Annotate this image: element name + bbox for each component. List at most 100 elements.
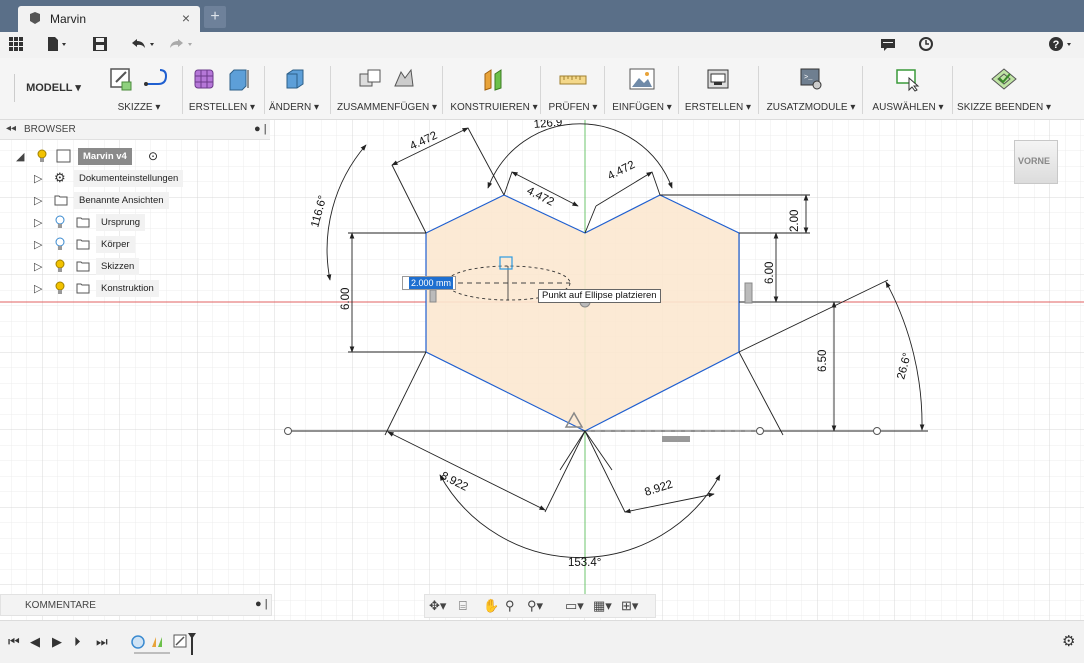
ribbon-group-erstellen[interactable]: ERSTELLEN ▾ bbox=[184, 62, 260, 118]
ribbon-label-erstellen-2: ERSTELLEN ▾ bbox=[684, 102, 752, 113]
ribbon-group-pruefen[interactable]: PRÜFEN ▾ bbox=[544, 62, 602, 118]
ribbon-label-aendern: ÄNDERN ▾ bbox=[268, 102, 320, 113]
document-tab[interactable]: Marvin × bbox=[18, 6, 200, 32]
zoom-window-icon[interactable]: ⚲▾ bbox=[527, 598, 543, 614]
ribbon-group-konstruieren[interactable]: KONSTRUIEREN ▾ bbox=[448, 62, 540, 118]
tree-item-label: Konstruktion bbox=[96, 280, 159, 297]
finish-sketch-icon bbox=[991, 68, 1017, 90]
ribbon-group-skizze[interactable]: SKIZZE ▾ bbox=[98, 62, 180, 118]
joint-icon bbox=[394, 68, 414, 87]
apps-grid-icon[interactable] bbox=[8, 36, 24, 54]
tree-item-ursprung[interactable]: ▷ Ursprung bbox=[34, 214, 164, 232]
insert-image-icon bbox=[629, 68, 655, 90]
expand-arrow-icon[interactable]: ▷ bbox=[34, 194, 42, 207]
expand-arrow-icon[interactable]: ▷ bbox=[34, 282, 42, 295]
viewcube-face-label: VORNE bbox=[1018, 156, 1051, 166]
tree-item-label: Dokumenteinstellungen bbox=[74, 170, 184, 187]
comments-panel[interactable]: KOMMENTARE ● | bbox=[0, 594, 272, 616]
ribbon-group-zusatzmodule[interactable]: >_ ZUSATZMODULE ▾ bbox=[762, 62, 860, 118]
navigation-bar: ✥▾ ⌸ ✋ ⚲ ⚲▾ ▭▾ ▦▾ ⊞▾ bbox=[424, 594, 656, 618]
line-tool-icon bbox=[144, 69, 168, 86]
tree-item-dokumenteinstellungen[interactable]: ▷ ⚙ Dokumenteinstellungen bbox=[34, 170, 194, 188]
look-at-icon[interactable]: ⌸ bbox=[459, 598, 467, 614]
dim-text: 153.4° bbox=[568, 557, 601, 569]
ribbon-group-erstellen-2[interactable]: ERSTELLEN ▾ bbox=[682, 62, 754, 118]
ribbon-group-auswaehlen[interactable]: AUSWÄHLEN ▾ bbox=[866, 62, 950, 118]
viewports-icon[interactable]: ⊞▾ bbox=[621, 598, 638, 614]
collapse-icon[interactable]: ◂◂ bbox=[6, 123, 16, 134]
ribbon-label-auswaehlen: AUSWÄHLEN ▾ bbox=[872, 102, 944, 113]
tree-root-label: Marvin v4 bbox=[78, 148, 132, 165]
lightbulb-icon[interactable] bbox=[54, 259, 66, 273]
display-settings-icon[interactable]: ▭▾ bbox=[565, 598, 584, 614]
folder-icon bbox=[54, 195, 68, 206]
timeline-settings-gear-icon[interactable]: ⚙ bbox=[1062, 632, 1075, 650]
step-forward-icon[interactable]: ⏵ bbox=[74, 634, 81, 650]
lightbulb-icon[interactable] bbox=[36, 149, 48, 163]
browser-menu-icon[interactable]: ● | bbox=[254, 123, 267, 135]
play-icon[interactable]: ▶︎ bbox=[52, 634, 62, 650]
pan-icon[interactable]: ✋ bbox=[483, 598, 499, 614]
go-to-start-icon[interactable]: ⏮ bbox=[8, 634, 20, 650]
undo-icon[interactable] bbox=[130, 36, 158, 54]
tree-root[interactable]: ◢ Marvin v4 ⊙ bbox=[16, 148, 186, 166]
dim-text: 6.00 bbox=[764, 262, 776, 284]
expand-arrow-icon[interactable]: ▷ bbox=[34, 172, 42, 185]
ribbon-label-pruefen: PRÜFEN ▾ bbox=[548, 102, 598, 113]
close-icon[interactable]: × bbox=[182, 10, 190, 26]
lightbulb-icon[interactable] bbox=[54, 281, 66, 295]
orbit-icon[interactable]: ✥▾ bbox=[429, 598, 446, 614]
ribbon-label-einfuegen: EINFÜGEN ▾ bbox=[612, 102, 672, 113]
file-menu-icon[interactable] bbox=[46, 36, 70, 54]
grid-settings-icon[interactable]: ▦▾ bbox=[593, 598, 612, 614]
dim-text: 6.50 bbox=[817, 350, 829, 372]
ribbon-label-skizze-beenden: SKIZZE BEENDEN ▾ bbox=[957, 102, 1051, 113]
expand-arrow-icon[interactable]: ◢ bbox=[16, 150, 24, 163]
expand-arrow-icon[interactable]: ▷ bbox=[34, 238, 42, 251]
browser-header[interactable]: ◂◂ BROWSER ● | bbox=[0, 120, 270, 140]
save-icon[interactable] bbox=[92, 36, 108, 54]
ribbon-group-skizze-beenden[interactable]: SKIZZE BEENDEN ▾ bbox=[956, 62, 1052, 118]
cursor-tooltip: Punkt auf Ellipse platzieren bbox=[538, 289, 661, 303]
3d-print-icon bbox=[707, 69, 729, 89]
tree-item-skizzen[interactable]: ▷ Skizzen bbox=[34, 258, 164, 276]
extrude-icon bbox=[229, 69, 249, 91]
lightbulb-icon[interactable] bbox=[54, 215, 66, 229]
tree-item-konstruktion[interactable]: ▷ Konstruktion bbox=[34, 280, 174, 298]
tree-item-label: Benannte Ansichten bbox=[74, 192, 169, 209]
step-back-icon[interactable]: ◀︎ bbox=[30, 634, 40, 650]
offset-plane-icon bbox=[484, 69, 502, 91]
expand-arrow-icon[interactable]: ▷ bbox=[34, 216, 42, 229]
create-sketch-icon bbox=[110, 68, 132, 91]
svg-text:?: ? bbox=[1053, 39, 1060, 51]
zoom-icon[interactable]: ⚲ bbox=[505, 598, 515, 614]
dimension-input[interactable]: 2.000 mm bbox=[402, 276, 456, 290]
lightbulb-icon[interactable] bbox=[54, 237, 66, 251]
expand-arrow-icon[interactable]: ▷ bbox=[34, 260, 42, 273]
ribbon-group-aendern[interactable]: ÄNDERN ▾ bbox=[264, 62, 324, 118]
workspace-switcher[interactable]: MODELL ▾ bbox=[14, 74, 92, 102]
dimension-input-value[interactable]: 2.000 mm bbox=[409, 277, 454, 289]
folder-icon bbox=[76, 283, 90, 294]
ribbon-group-einfuegen[interactable]: EINFÜGEN ▾ bbox=[608, 62, 676, 118]
tree-item-benannte-ansichten[interactable]: ▷ Benannte Ansichten bbox=[34, 192, 184, 210]
component-icon bbox=[56, 149, 71, 163]
add-comment-icon[interactable]: ● | bbox=[255, 598, 268, 610]
scripts-addins-icon: >_ bbox=[800, 68, 822, 90]
job-status-icon[interactable] bbox=[918, 36, 934, 54]
redo-icon[interactable] bbox=[168, 36, 196, 54]
select-icon bbox=[896, 69, 920, 92]
ribbon-group-zusammenfuegen[interactable]: ZUSAMMENFÜGEN ▾ bbox=[334, 62, 440, 118]
go-to-end-icon[interactable]: ⏭ bbox=[96, 634, 108, 650]
form-icon bbox=[194, 69, 214, 89]
help-icon[interactable]: ? bbox=[1048, 36, 1078, 54]
viewcube[interactable]: VORNE bbox=[1014, 140, 1058, 184]
new-tab-button[interactable]: + bbox=[204, 6, 226, 28]
notifications-icon[interactable] bbox=[880, 36, 896, 54]
tree-item-koerper[interactable]: ▷ Körper bbox=[34, 236, 164, 254]
activate-icon[interactable]: ⊙ bbox=[148, 149, 158, 163]
timeline-features[interactable] bbox=[130, 633, 200, 655]
ribbon-label-skizze: SKIZZE ▾ bbox=[117, 102, 161, 113]
tree-item-label: Körper bbox=[96, 236, 135, 253]
dim-text: 6.00 bbox=[340, 288, 352, 310]
